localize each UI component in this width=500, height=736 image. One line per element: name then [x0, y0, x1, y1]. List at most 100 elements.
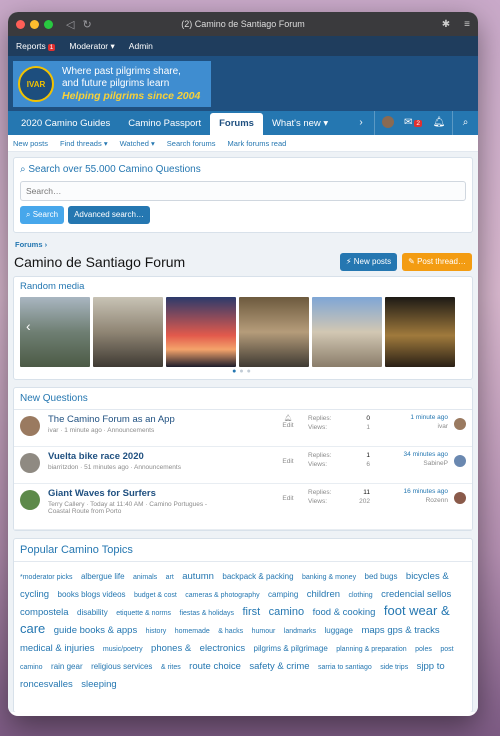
tag-link[interactable]: disability — [77, 608, 108, 617]
tag-link[interactable]: budget & cost — [134, 592, 177, 599]
popular-topics-title[interactable]: Popular Camino Topics — [14, 539, 472, 562]
media-thumb-gate[interactable] — [93, 297, 163, 367]
tag-link[interactable]: cameras & photography — [185, 592, 259, 599]
tag-link[interactable]: humour — [252, 628, 276, 635]
zoom-window-button[interactable] — [44, 19, 53, 29]
thread-edit[interactable]: Edit — [278, 488, 298, 502]
inbox-icon[interactable]: ✉ 2 — [400, 111, 426, 135]
avatar[interactable] — [20, 453, 40, 473]
last-post-time[interactable]: 1 minute ago — [378, 414, 448, 421]
nav-tab-camino-passport[interactable]: Camino Passport — [119, 113, 210, 135]
tag-link[interactable]: sarria to santiago — [318, 664, 372, 671]
nav-tab-camino-guides[interactable]: 2020 Camino Guides — [12, 113, 119, 135]
thread-title[interactable]: Vuelta bike race 2020 — [48, 451, 278, 462]
thread-meta-forum[interactable]: Coastal Route from Porto — [48, 508, 278, 515]
thread-title[interactable]: Giant Waves for Surfers — [48, 488, 278, 499]
moderator-menu[interactable]: Moderator ▾ — [69, 41, 114, 52]
tag-link[interactable]: guide books & apps — [54, 625, 137, 636]
reload-icon[interactable]: ↻ — [82, 18, 91, 31]
tag-link[interactable]: camino — [269, 606, 304, 618]
alerts-bell-icon[interactable]: 🔔︎ — [426, 111, 452, 135]
breadcrumb[interactable]: Forums › — [15, 240, 471, 249]
account-avatar[interactable] — [374, 111, 400, 135]
subnav-search-forums[interactable]: Search forums — [167, 139, 216, 148]
avatar[interactable] — [20, 416, 40, 436]
thread-row[interactable]: The Camino Forum as an App ivar · 1 minu… — [14, 410, 472, 447]
tag-link[interactable]: side trips — [380, 664, 408, 671]
tag-link[interactable]: phones & — [151, 643, 191, 654]
tag-link[interactable]: history — [146, 628, 167, 635]
tag-link[interactable]: albergue life — [81, 572, 125, 581]
nav-tab-whats-new[interactable]: What's new ▾ — [263, 113, 337, 135]
tag-link[interactable]: camping — [268, 590, 298, 599]
subnav-find-threads[interactable]: Find threads ▾ — [60, 139, 108, 148]
random-media-title[interactable]: Random media — [14, 277, 472, 294]
tag-link[interactable]: safety & crime — [249, 661, 309, 672]
admin-link[interactable]: Admin — [129, 41, 153, 51]
tag-link[interactable]: poles — [415, 646, 432, 653]
new-questions-title[interactable]: New Questions — [14, 388, 472, 410]
close-window-button[interactable] — [16, 19, 25, 29]
tag-link[interactable]: religious services — [91, 662, 152, 671]
last-post-avatar[interactable] — [454, 455, 466, 467]
back-icon[interactable]: ◁ — [66, 18, 74, 31]
carousel-prev-icon[interactable]: ‹ — [26, 318, 31, 334]
search-button[interactable]: ⌕ Search — [20, 206, 65, 224]
last-post-time[interactable]: 16 minutes ago — [378, 488, 448, 495]
advanced-search-button[interactable]: Advanced search… — [68, 206, 150, 224]
tag-link[interactable]: homemade — [175, 628, 210, 635]
nav-tab-forums[interactable]: Forums — [210, 113, 263, 135]
subnav-new-posts[interactable]: New posts — [13, 139, 48, 148]
thread-title[interactable]: The Camino Forum as an App — [48, 414, 278, 425]
media-thumb-people[interactable] — [239, 297, 309, 367]
subnav-watched[interactable]: Watched ▾ — [120, 139, 155, 148]
tag-link[interactable]: bed bugs — [365, 572, 398, 581]
search-icon[interactable]: ⌕ — [452, 111, 478, 135]
media-thumb-street[interactable] — [385, 297, 455, 367]
tag-link[interactable]: backpack & packing — [222, 572, 293, 581]
thread-edit[interactable]: 🔔︎ Edit — [278, 414, 298, 429]
tag-link[interactable]: & rites — [161, 664, 181, 671]
tag-link[interactable]: maps gps & tracks — [361, 625, 439, 636]
tag-link[interactable]: sleeping — [81, 679, 116, 690]
last-post-avatar[interactable] — [454, 418, 466, 430]
tag-link[interactable]: children — [307, 589, 340, 600]
tag-link[interactable]: route choice — [189, 661, 241, 672]
carousel-dots[interactable]: ●●● — [14, 366, 472, 379]
tag-link[interactable]: autumn — [182, 571, 214, 582]
tag-link[interactable]: etiquette & norms — [116, 610, 171, 617]
minimize-window-button[interactable] — [30, 19, 39, 29]
site-logo[interactable]: IVAR Where past pilgrims share, and futu… — [13, 61, 211, 107]
media-thumb-cathedral[interactable] — [312, 297, 382, 367]
carousel-next-icon[interactable]: › — [455, 318, 460, 334]
avatar[interactable] — [20, 490, 40, 510]
tag-link[interactable]: landmarks — [284, 628, 316, 635]
new-posts-button[interactable]: ⚡︎ New posts — [339, 253, 398, 271]
tag-link[interactable]: planning & preparation — [336, 646, 406, 653]
last-post-user[interactable]: SabineP — [378, 460, 448, 467]
tag-link[interactable]: fiestas & holidays — [180, 610, 234, 617]
thread-row[interactable]: Vuelta bike race 2020 biarritzdon · 51 m… — [14, 447, 472, 484]
tag-link[interactable]: banking & money — [302, 574, 356, 581]
tag-link[interactable]: food & cooking — [313, 607, 376, 618]
post-thread-button[interactable]: ✎ Post thread… — [402, 253, 472, 271]
tag-link[interactable]: luggage — [325, 626, 353, 635]
tag-link[interactable]: music/poetry — [103, 646, 143, 653]
menu-icon[interactable]: ≡ — [464, 19, 470, 30]
tag-link[interactable]: *moderator picks — [20, 574, 73, 581]
tag-link[interactable]: rain gear — [51, 662, 83, 671]
tag-link[interactable]: art — [166, 574, 174, 581]
last-post-time[interactable]: 34 minutes ago — [378, 451, 448, 458]
chevron-right-icon[interactable]: › — [348, 111, 374, 135]
subnav-mark-read[interactable]: Mark forums read — [228, 139, 287, 148]
extensions-icon[interactable]: ✱ — [442, 19, 450, 30]
tag-link[interactable]: books blogs videos — [58, 590, 126, 599]
last-post-avatar[interactable] — [454, 492, 466, 504]
thread-edit[interactable]: Edit — [278, 451, 298, 465]
tag-link[interactable]: clothing — [348, 592, 372, 599]
media-thumb-sunset[interactable] — [166, 297, 236, 367]
tag-link[interactable]: pilgrims & pilgrimage — [254, 644, 328, 653]
tag-link[interactable]: electronics — [200, 643, 245, 654]
tag-link[interactable]: medical & injuries — [20, 643, 94, 654]
thread-row[interactable]: Giant Waves for Surfers Terry Callery · … — [14, 484, 472, 530]
